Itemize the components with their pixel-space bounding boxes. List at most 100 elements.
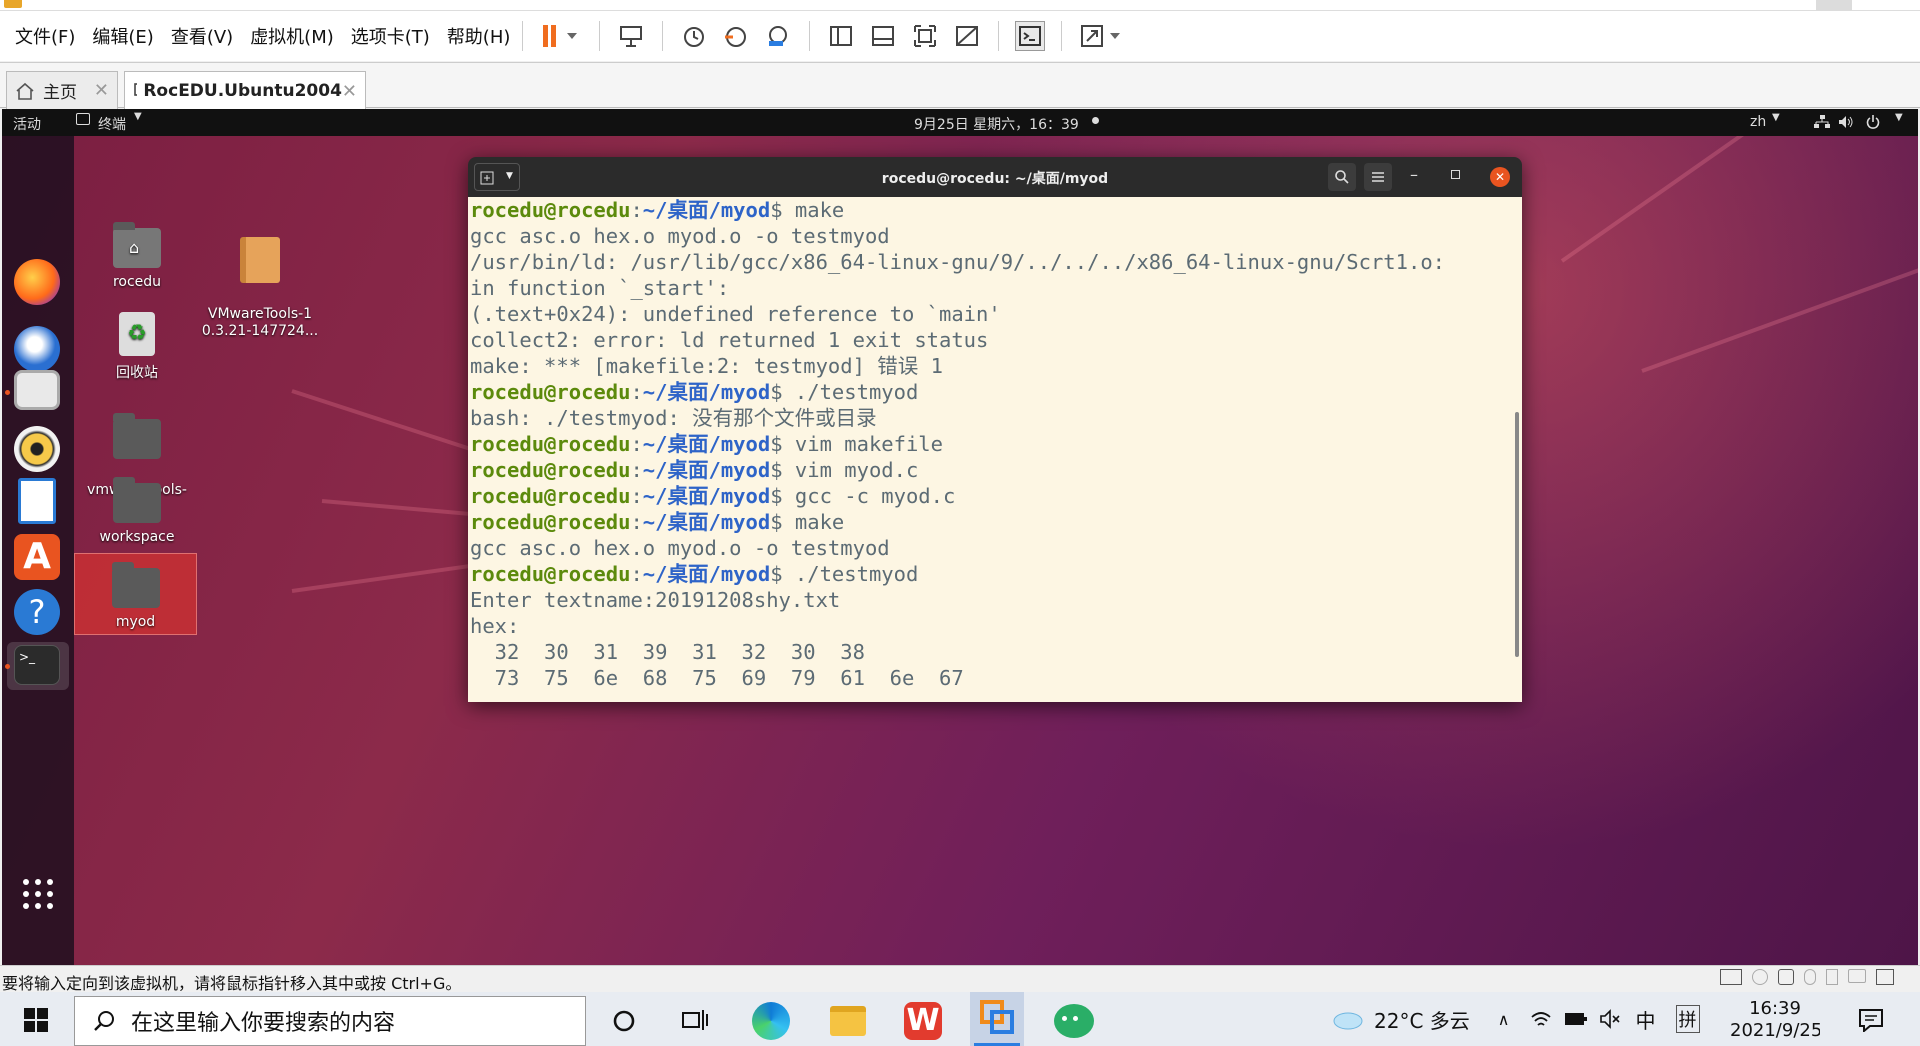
software-center-icon[interactable]: A xyxy=(14,534,60,580)
terminal-line-text: ./testmyod xyxy=(782,380,919,404)
weather-text[interactable]: 22°C 多云 xyxy=(1374,1005,1470,1034)
fullscreen-button[interactable] xyxy=(910,21,940,51)
network-icon[interactable] xyxy=(1814,115,1830,129)
terminal-output[interactable]: rocedu@rocedu:~/桌面/myod$ make gcc asc.o h… xyxy=(468,197,1522,702)
prompt-user: rocedu@rocedu xyxy=(470,510,631,534)
show-thumbnail-button[interactable] xyxy=(868,21,898,51)
desktop-icon-trash[interactable]: ♻ 回收站 xyxy=(77,312,197,382)
menu-view[interactable]: 查看(V) xyxy=(171,23,233,49)
task-view-icon[interactable] xyxy=(682,1008,708,1032)
console-view-button[interactable] xyxy=(1015,21,1046,51)
tab-vm[interactable]: RocEDU.Ubuntu2004 ✕ xyxy=(124,71,366,110)
file-explorer-icon[interactable] xyxy=(830,1006,866,1036)
unity-button[interactable] xyxy=(952,21,982,51)
terminal-line: collect2: error: ld returned 1 exit stat… xyxy=(470,327,1522,353)
pause-button[interactable] xyxy=(539,21,583,51)
firefox-icon[interactable] xyxy=(14,259,60,305)
desktop-icon-rocedu[interactable]: ⌂ rocedu xyxy=(77,222,197,290)
windows-start-icon[interactable] xyxy=(24,1008,48,1032)
running-indicator-icon xyxy=(5,390,10,395)
terminal-line-text: make: *** [makefile:2: testmyod] 错误 1 xyxy=(470,354,943,378)
show-library-button[interactable] xyxy=(826,21,856,51)
rhythmbox-icon[interactable] xyxy=(14,426,60,472)
terminal-line-text: gcc asc.o hex.o myod.o -o testmyod xyxy=(470,536,890,560)
stretch-guest-button[interactable] xyxy=(1078,21,1124,51)
wifi-icon[interactable] xyxy=(1530,1009,1552,1029)
cloudy-weather-icon[interactable] xyxy=(1330,1007,1364,1031)
terminal-scrollbar[interactable] xyxy=(1515,412,1519,657)
toolbar-separator xyxy=(1061,21,1063,51)
windows-taskbar: 在这里输入你要搜索的内容 W 22°C 多云 ∧ 中 拼 16:39 2021/… xyxy=(0,992,1920,1046)
desktop-icon-vmwaretools[interactable]: VMwareTools-1 0.3.21-147724... xyxy=(200,220,320,340)
vmware-taskbar-button[interactable] xyxy=(970,992,1024,1046)
show-apps-grid-icon[interactable] xyxy=(22,878,54,910)
menu-file[interactable]: 文件(F) xyxy=(15,23,75,49)
thunderbird-icon[interactable] xyxy=(14,326,60,372)
window-restore-button[interactable] xyxy=(1816,0,1852,11)
terminal-line: /usr/bin/ld: /usr/lib/gcc/x86_64-linux-g… xyxy=(470,249,1522,275)
help-icon[interactable]: ? xyxy=(14,589,60,635)
chevron-down-icon: ▼ xyxy=(1772,112,1780,123)
menu-tabs[interactable]: 选项卡(T) xyxy=(351,23,430,49)
taskbar-search-box[interactable]: 在这里输入你要搜索的内容 xyxy=(74,996,586,1046)
folder-icon xyxy=(113,413,161,459)
menu-help[interactable]: 帮助(H) xyxy=(447,23,511,49)
running-indicator-icon xyxy=(5,664,10,669)
camera-icon[interactable] xyxy=(1848,969,1866,983)
chevron-up-icon[interactable]: ∧ xyxy=(1498,1010,1510,1029)
input-method-button[interactable]: zh xyxy=(1750,114,1766,130)
usb-icon[interactable] xyxy=(1826,969,1838,985)
edge-icon[interactable] xyxy=(752,1002,790,1040)
clock[interactable]: 9月25日 星期六，16：39 xyxy=(914,114,1079,134)
close-button[interactable]: ✕ xyxy=(1490,167,1510,187)
terminal-line-text: vim makefile xyxy=(782,432,943,456)
snapshot-button[interactable] xyxy=(679,21,709,51)
desktop-icon-myod[interactable]: myod xyxy=(74,553,197,635)
terminal-line-text: (.text+0x24): undefined reference to `ma… xyxy=(470,302,1001,326)
files-icon[interactable] xyxy=(14,370,60,410)
search-button[interactable] xyxy=(1328,163,1356,191)
menu-vm[interactable]: 虚拟机(M) xyxy=(250,23,334,49)
toolbar-separator xyxy=(599,21,601,51)
cortana-icon[interactable] xyxy=(612,1009,636,1033)
message-icon[interactable] xyxy=(1876,969,1894,985)
send-ctrl-alt-del-button[interactable] xyxy=(616,21,646,51)
ime-mode-button[interactable]: 中 xyxy=(1636,1005,1656,1034)
folder-icon xyxy=(113,477,161,523)
minimize-button[interactable]: – xyxy=(1410,165,1418,184)
desktop-icon-label: workspace xyxy=(99,529,175,545)
menu-button[interactable] xyxy=(1364,163,1392,191)
hard-disk-icon[interactable] xyxy=(1720,969,1742,985)
menu-edit[interactable]: 编辑(E) xyxy=(92,23,153,49)
prompt-dollar: $ xyxy=(770,484,783,508)
wechat-icon[interactable] xyxy=(1054,1004,1094,1038)
power-icon[interactable] xyxy=(1866,115,1880,129)
network-adapter-icon[interactable] xyxy=(1778,969,1794,985)
terminal-window[interactable]: ▼ rocedu@rocedu: ~/桌面/myod – ✕ rocedu@ro… xyxy=(468,157,1522,702)
volume-muted-icon[interactable] xyxy=(1599,1009,1622,1029)
battery-icon[interactable] xyxy=(1564,1011,1588,1027)
snapshot-manager-button[interactable] xyxy=(763,21,793,51)
activities-button[interactable]: 活动 xyxy=(13,114,41,134)
tab-home[interactable]: 主页 ✕ xyxy=(6,71,118,109)
revert-snapshot-button[interactable] xyxy=(721,21,751,51)
ime-pinyin-button[interactable]: 拼 xyxy=(1675,1005,1700,1033)
bluetooth-icon[interactable] xyxy=(1804,969,1816,985)
taskbar-clock[interactable]: 16:39 2021/9/25 xyxy=(1730,998,1820,1046)
guest-screen[interactable]: 活动 终端 ▼ 9月25日 星期六，16：39 zh ▼ ▼ A ? >_ ⌂ … xyxy=(2,109,1918,965)
maximize-button[interactable] xyxy=(1451,170,1460,179)
desktop-icon-workspace[interactable]: workspace xyxy=(77,477,197,545)
libreoffice-writer-icon[interactable] xyxy=(18,478,56,524)
terminal-dock-icon[interactable]: >_ xyxy=(14,645,60,685)
notification-center-icon[interactable] xyxy=(1858,1008,1884,1032)
close-icon[interactable]: ✕ xyxy=(94,80,109,101)
sidebar-icon xyxy=(830,26,853,46)
volume-icon[interactable] xyxy=(1838,115,1854,129)
cd-icon[interactable] xyxy=(1752,969,1768,985)
wps-office-icon[interactable]: W xyxy=(904,1002,942,1040)
vmware-menubar: 文件(F) 编辑(E) 查看(V) 虚拟机(M) 选项卡(T) 帮助(H) xyxy=(0,11,1920,61)
app-menu-button[interactable]: 终端 xyxy=(98,114,126,134)
close-icon[interactable]: ✕ xyxy=(342,81,357,102)
prompt-path: ~/桌面/myod xyxy=(642,198,771,222)
prompt-dollar: $ xyxy=(770,198,783,222)
